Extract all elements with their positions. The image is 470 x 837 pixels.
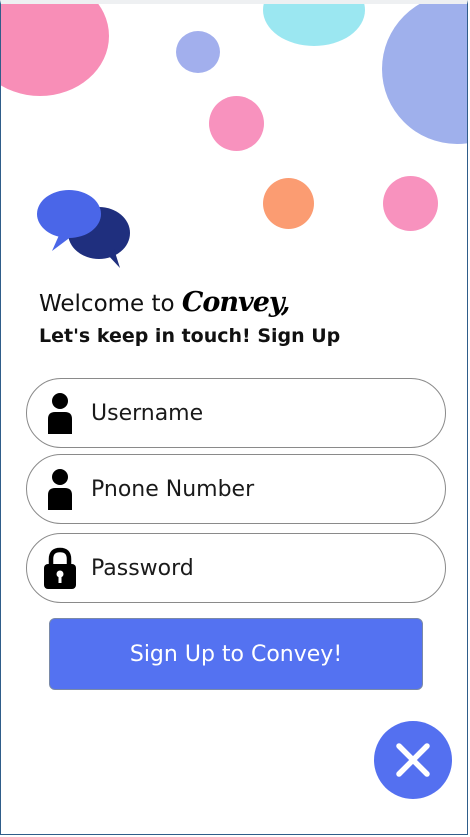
close-button[interactable]	[374, 721, 452, 799]
chat-bubbles-icon	[37, 190, 130, 268]
app-screen: Welcome to Convey, Let's keep in touch! …	[0, 0, 468, 835]
password-field[interactable]	[26, 533, 446, 603]
brand-name: Convey,	[181, 287, 290, 318]
welcome-heading: Welcome to Convey,	[39, 287, 290, 318]
password-input[interactable]	[91, 555, 421, 581]
decorative-bubble	[383, 176, 438, 231]
decorative-bubble	[176, 31, 220, 73]
username-field[interactable]	[26, 378, 446, 448]
user-icon	[43, 467, 77, 511]
welcome-prefix: Welcome to	[39, 291, 182, 317]
signup-subtitle: Let's keep in touch! Sign Up	[39, 325, 341, 347]
phone-field[interactable]	[26, 454, 446, 524]
user-icon	[43, 391, 77, 435]
decorative-bubble	[1, 4, 109, 96]
decorative-bubble	[382, 4, 467, 144]
phone-input[interactable]	[91, 476, 421, 502]
decorative-bubble	[263, 4, 365, 46]
close-icon	[396, 743, 430, 777]
lock-icon	[43, 546, 77, 590]
sign-up-button[interactable]: Sign Up to Convey!	[49, 618, 423, 690]
decorative-bubble	[209, 96, 264, 151]
decorative-bubble	[263, 178, 314, 229]
username-input[interactable]	[91, 400, 421, 426]
